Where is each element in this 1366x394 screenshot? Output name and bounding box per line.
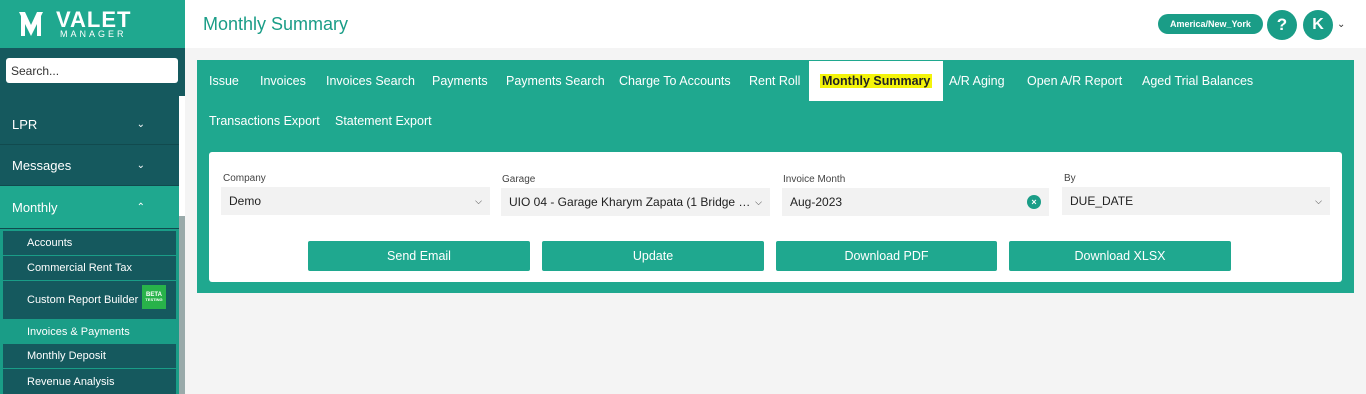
submenu-item-label: Monthly Deposit: [27, 350, 106, 362]
submenu-item-label: Invoices & Payments: [27, 325, 130, 338]
sidebar-search: [0, 48, 185, 96]
company-value: Demo: [229, 194, 262, 208]
garage-value: UIO 04 - Garage Kharym Zapata (1 Bridge …: [509, 195, 751, 209]
chevron-down-icon: ⌵: [1315, 195, 1322, 206]
chevron-down-icon[interactable]: ⌄: [1337, 19, 1345, 30]
brand-line2: MANAGER: [60, 29, 127, 39]
sidebar: VALET MANAGER LPR ⌄ Messages ⌄ Monthly ⌃…: [0, 0, 185, 394]
chevron-down-icon: ⌵: [475, 195, 482, 206]
tab-monthly-summary[interactable]: Monthly Summary: [809, 61, 944, 101]
tab-statement-export[interactable]: Statement Export: [335, 101, 432, 141]
submenu-item-monthly-deposit[interactable]: Monthly Deposit: [3, 344, 176, 368]
submenu-item-accounts[interactable]: Accounts: [3, 231, 176, 255]
tab-ar-aging[interactable]: A/R Aging: [949, 61, 1005, 101]
brand-logo[interactable]: VALET MANAGER: [0, 0, 185, 48]
garage-label: Garage: [502, 174, 536, 185]
help-button[interactable]: ?: [1267, 10, 1297, 40]
tab-issue[interactable]: Issue: [209, 61, 239, 101]
tab-charge-to-accounts[interactable]: Charge To Accounts: [619, 61, 731, 101]
tab-payments-search[interactable]: Payments Search: [506, 61, 605, 101]
beta-testing-badge: BETA TESTING: [142, 285, 166, 309]
search-input[interactable]: [6, 58, 178, 83]
tab-invoices-search[interactable]: Invoices Search: [326, 61, 415, 101]
tab-label: Monthly Summary: [820, 74, 933, 88]
garage-select[interactable]: UIO 04 - Garage Kharym Zapata (1 Bridge …: [501, 188, 770, 216]
submenu-item-custom-report-builder[interactable]: Custom Report Builder BETA TESTING: [3, 281, 176, 319]
submenu-item-label: Accounts: [27, 237, 73, 249]
timezone-badge[interactable]: America/New_York: [1158, 14, 1263, 34]
sidebar-item-messages[interactable]: Messages ⌄: [0, 145, 179, 186]
valet-manager-logo-icon: [16, 9, 46, 39]
update-button[interactable]: Update: [542, 241, 764, 271]
invoice-month-label: Invoice Month: [783, 174, 846, 185]
invoice-month-field[interactable]: Aug-2023 ×: [782, 188, 1049, 216]
chevron-down-icon: ⌄: [136, 159, 145, 171]
brand-line1: VALET: [56, 7, 132, 32]
top-header: Monthly Summary America/New_York ? K ⌄: [185, 0, 1366, 48]
user-avatar[interactable]: K: [1303, 10, 1333, 40]
submenu-item-commercial-rent-tax[interactable]: Commercial Rent Tax: [3, 256, 176, 280]
submenu-item-label: Revenue Analysis: [27, 375, 115, 388]
by-value: DUE_DATE: [1070, 194, 1134, 208]
tab-open-ar-report[interactable]: Open A/R Report: [1027, 61, 1122, 101]
sidebar-item-label: Messages: [12, 157, 72, 173]
clear-icon[interactable]: ×: [1027, 195, 1041, 209]
company-label: Company: [223, 173, 266, 184]
invoice-month-value: Aug-2023: [790, 195, 843, 209]
download-xlsx-button[interactable]: Download XLSX: [1009, 241, 1231, 271]
by-select[interactable]: DUE_DATE ⌵: [1062, 187, 1330, 215]
submenu-item-label: Custom Report Builder: [27, 294, 139, 306]
download-pdf-button[interactable]: Download PDF: [776, 241, 997, 271]
chevron-down-icon: ⌄: [136, 118, 145, 130]
sidebar-scrollbar[interactable]: [179, 96, 185, 394]
tab-aged-trial-balances[interactable]: Aged Trial Balances: [1142, 61, 1253, 101]
brand-text: VALET MANAGER: [56, 9, 131, 39]
submenu-item-label: Commercial Rent Tax: [27, 262, 132, 274]
send-email-button[interactable]: Send Email: [308, 241, 530, 271]
page-title: Monthly Summary: [203, 14, 349, 34]
monthly-submenu: Accounts Commercial Rent Tax Custom Repo…: [0, 229, 179, 394]
submenu-item-revenue-analysis[interactable]: Revenue Analysis: [3, 369, 176, 394]
sidebar-item-label: LPR: [12, 116, 38, 132]
chevron-down-icon: ⌵: [755, 196, 762, 207]
tab-payments[interactable]: Payments: [432, 61, 488, 101]
sidebar-item-lpr[interactable]: LPR ⌄: [0, 104, 179, 145]
company-select[interactable]: Demo ⌵: [221, 187, 490, 215]
scrollbar-thumb[interactable]: [179, 216, 185, 394]
tab-invoices[interactable]: Invoices: [260, 61, 306, 101]
tab-rent-roll[interactable]: Rent Roll: [749, 61, 800, 101]
chevron-up-icon: ⌃: [136, 201, 145, 213]
by-label: By: [1064, 173, 1076, 184]
sidebar-item-monthly[interactable]: Monthly ⌃: [0, 186, 179, 229]
tab-transactions-export[interactable]: Transactions Export: [209, 101, 320, 141]
submenu-item-invoices-payments[interactable]: Invoices & Payments: [3, 320, 176, 343]
sidebar-item-label: Monthly: [12, 199, 58, 215]
beta-badge-line2: TESTING: [145, 297, 163, 303]
